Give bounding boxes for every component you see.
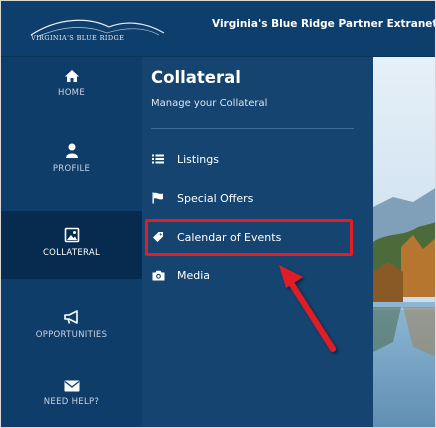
- envelope-icon: [64, 380, 79, 392]
- megaphone-icon: [63, 310, 78, 324]
- menu-item-special-offers[interactable]: Special Offers: [151, 188, 253, 208]
- menu-label-special-offers: Special Offers: [177, 191, 254, 205]
- nav-item-collateral[interactable]: COLLATERAL: [1, 211, 142, 279]
- list-icon: [151, 153, 165, 165]
- flag-icon: [151, 192, 165, 204]
- landscape-image-icon: [373, 57, 435, 427]
- logo-text: VIRGINIA'S BLUE RIDGE: [31, 34, 125, 42]
- submenu-title: Collateral: [151, 68, 241, 87]
- nav-item-home[interactable]: HOME: [1, 69, 142, 121]
- nav-item-profile[interactable]: PROFILE: [1, 143, 142, 195]
- highlight-box: [145, 219, 353, 256]
- nav-label-opportunities: OPPORTUNITIES: [35, 330, 108, 340]
- app-window: VIRGINIA'S BLUE RIDGE Virginia's Blue Ri…: [0, 0, 436, 428]
- camera-icon: [151, 269, 165, 281]
- nav-item-need-help[interactable]: NEED HELP?: [1, 380, 142, 426]
- landscape-photo: [373, 57, 435, 427]
- header-title: Virginia's Blue Ridge Partner Extranet: [212, 18, 436, 30]
- mountain-logo-icon[interactable]: [29, 13, 179, 49]
- red-arrow-icon: [279, 265, 336, 352]
- submenu-subtitle: Manage your Collateral: [151, 98, 268, 109]
- menu-label-listings: Listings: [177, 152, 219, 166]
- user-icon: [65, 143, 78, 158]
- menu-label-media: Media: [177, 268, 211, 282]
- nav-label-profile: PROFILE: [52, 164, 91, 174]
- nav-item-opportunities[interactable]: OPPORTUNITIES: [1, 309, 142, 361]
- submenu-divider: [151, 128, 354, 129]
- nav-label-home: HOME: [58, 88, 85, 98]
- image-icon: [64, 227, 79, 243]
- top-header: VIRGINIA'S BLUE RIDGE Virginia's Blue Ri…: [1, 1, 436, 57]
- menu-item-media[interactable]: Media: [151, 265, 210, 285]
- nav-label-need-help: NEED HELP?: [43, 397, 100, 407]
- home-icon: [64, 70, 79, 82]
- nav-label-collateral: COLLATERAL: [42, 248, 101, 258]
- menu-item-listings[interactable]: Listings: [151, 149, 219, 169]
